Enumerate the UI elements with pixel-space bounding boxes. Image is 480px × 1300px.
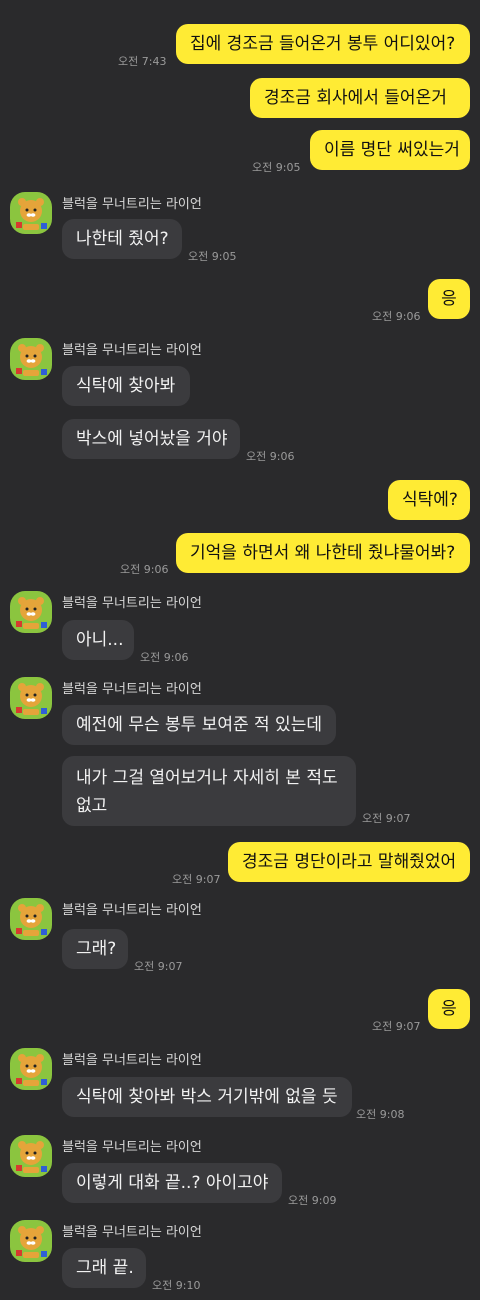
message-time: 오전 7:43: [118, 55, 167, 68]
their-message-bubble[interactable]: 이렇게 대화 끝..? 아이고야: [62, 1163, 282, 1203]
message-time: 오전 9:06: [120, 563, 169, 576]
my-message-bubble[interactable]: 경조금 회사에서 들어온거: [250, 78, 470, 118]
sender-name: 블럭을 무너트리는 라이언: [62, 343, 202, 358]
my-message-bubble[interactable]: 이름 명단 써있는거: [310, 130, 470, 170]
their-message-bubble[interactable]: 예전에 무슨 봉투 보여준 적 있는데: [62, 705, 336, 745]
their-message-bubble[interactable]: 박스에 넣어놨을 거야: [62, 419, 240, 459]
sender-name: 블럭을 무너트리는 라이언: [62, 903, 202, 918]
their-message-bubble[interactable]: 아니...: [62, 620, 134, 660]
my-message-bubble[interactable]: 응: [428, 989, 470, 1029]
sender-name: 블럭을 무너트리는 라이언: [62, 682, 202, 697]
message-time: 오전 9:07: [172, 873, 221, 886]
message-time: 오전 9:06: [140, 651, 189, 664]
message-time: 오전 9:07: [134, 960, 183, 973]
message-time: 오전 9:07: [362, 812, 411, 825]
ryan-character-avatar-icon: [16, 198, 47, 230]
their-message-bubble[interactable]: 나한테 줬어?: [62, 219, 182, 259]
my-message-bubble[interactable]: 응: [428, 279, 470, 319]
ryan-character-avatar-icon: [16, 1141, 47, 1173]
sender-name: 블럭을 무너트리는 라이언: [62, 596, 202, 611]
sender-avatar[interactable]: [10, 898, 52, 940]
their-message-bubble[interactable]: 그래 끝.: [62, 1248, 146, 1288]
their-message-bubble[interactable]: 식탁에 찾아봐 박스 거기밖에 없을 듯: [62, 1077, 352, 1117]
their-message-bubble[interactable]: 내가 그걸 열어보거나 자세히 본 적도 없고: [62, 756, 356, 826]
sender-avatar[interactable]: [10, 677, 52, 719]
their-message-bubble[interactable]: 식탁에 찾아봐: [62, 366, 190, 406]
ryan-character-avatar-icon: [16, 597, 47, 629]
message-time: 오전 9:08: [356, 1108, 405, 1121]
sender-name: 블럭을 무너트리는 라이언: [62, 197, 202, 212]
sender-avatar[interactable]: [10, 192, 52, 234]
sender-avatar[interactable]: [10, 591, 52, 633]
message-time: 오전 9:06: [372, 310, 421, 323]
message-time: 오전 9:09: [288, 1194, 337, 1207]
my-message-bubble[interactable]: 기억을 하면서 왜 나한테 줬냐물어봐?: [176, 533, 470, 573]
sender-name: 블럭을 무너트리는 라이언: [62, 1053, 202, 1068]
ryan-character-avatar-icon: [16, 904, 47, 936]
message-time: 오전 9:06: [246, 450, 295, 463]
my-message-bubble[interactable]: 식탁에?: [388, 480, 470, 520]
my-message-bubble[interactable]: 경조금 명단이라고 말해줬었어: [228, 842, 470, 882]
sender-avatar[interactable]: [10, 338, 52, 380]
message-time: 오전 9:10: [152, 1279, 201, 1292]
message-time: 오전 9:05: [252, 161, 301, 174]
ryan-character-avatar-icon: [16, 1226, 47, 1258]
my-message-bubble[interactable]: 집에 경조금 들어온거 봉투 어디있어?: [176, 24, 470, 64]
sender-name: 블럭을 무너트리는 라이언: [62, 1225, 202, 1240]
sender-avatar[interactable]: [10, 1220, 52, 1262]
sender-avatar[interactable]: [10, 1135, 52, 1177]
ryan-character-avatar-icon: [16, 683, 47, 715]
ryan-character-avatar-icon: [16, 344, 47, 376]
sender-avatar[interactable]: [10, 1048, 52, 1090]
ryan-character-avatar-icon: [16, 1054, 47, 1086]
chat-screen: 오전 7:43 집에 경조금 들어온거 봉투 어디있어? 경조금 회사에서 들어…: [0, 0, 480, 1300]
message-time: 오전 9:05: [188, 250, 237, 263]
message-time: 오전 9:07: [372, 1020, 421, 1033]
sender-name: 블럭을 무너트리는 라이언: [62, 1140, 202, 1155]
their-message-bubble[interactable]: 그래?: [62, 929, 128, 969]
